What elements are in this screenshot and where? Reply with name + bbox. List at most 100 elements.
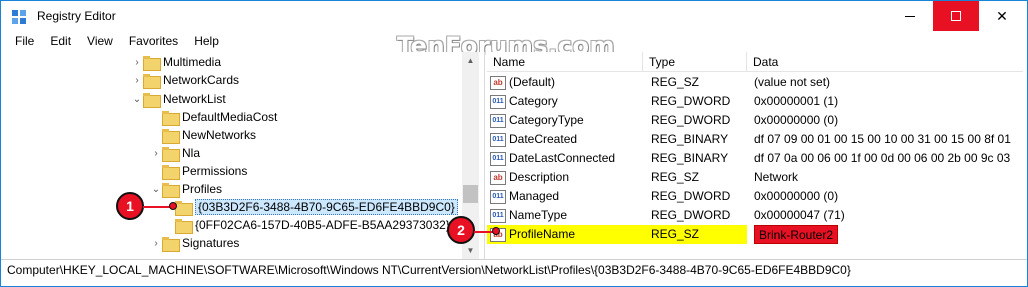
tree-item-label: NetworkList	[163, 92, 226, 106]
expand-arrow-icon[interactable]: ›	[150, 238, 162, 249]
value-data: Network	[754, 170, 799, 184]
tree-item-defaultmediacost[interactable]: DefaultMediaCost	[150, 108, 277, 126]
column-header-type[interactable]: Type	[643, 52, 747, 72]
column-header-data[interactable]: Data	[747, 52, 1023, 72]
folder-open-icon	[175, 200, 193, 216]
value-row-description[interactable]: ab Description REG_SZ Network	[487, 168, 1023, 187]
tree-item-label: Multimedia	[163, 55, 222, 69]
tree-item-label: {0FF02CA6-157D-40B5-ADFE-B5AA29373032}	[195, 218, 450, 232]
folder-icon	[162, 236, 180, 252]
scrollbar-thumb[interactable]	[463, 185, 478, 203]
binary-value-icon: 011	[490, 151, 506, 166]
maximize-button[interactable]	[933, 1, 979, 31]
string-value-icon: ab	[490, 170, 506, 185]
callout-dot-1	[169, 202, 177, 210]
tree-item-label: NewNetworks	[182, 128, 257, 142]
value-name-cell: ab Description	[490, 168, 569, 187]
menu-file[interactable]: File	[7, 34, 42, 48]
tree-item-label: NetworkCards	[163, 73, 240, 87]
scroll-up-arrow-icon[interactable]: ▲	[462, 52, 479, 69]
folder-icon	[175, 218, 193, 234]
value-row-default[interactable]: ab (Default) REG_SZ (value not set)	[487, 73, 1023, 92]
binary-value-icon: 011	[490, 94, 506, 109]
collapse-arrow-icon[interactable]: ⌄	[150, 184, 162, 195]
value-row-datecreated[interactable]: 011 DateCreated REG_BINARY df 07 09 00 01…	[487, 130, 1023, 149]
value-type: REG_DWORD	[651, 113, 731, 127]
pane-splitter[interactable]	[479, 52, 485, 259]
folder-open-icon	[143, 92, 161, 108]
key-tree-pane[interactable]: › Multimedia › NetworkCards ⌄ NetworkLis…	[9, 52, 478, 259]
value-type: REG_DWORD	[651, 94, 731, 108]
expand-arrow-icon[interactable]: ›	[131, 75, 143, 86]
value-data: Brink-Router2	[754, 225, 839, 244]
value-name: Category	[509, 94, 558, 108]
tree-item-networkcards[interactable]: › NetworkCards	[131, 71, 239, 89]
value-type: REG_SZ	[651, 227, 700, 241]
title-bar[interactable]: Registry Editor ✕	[1, 1, 1027, 31]
expand-arrow-icon[interactable]: ›	[131, 57, 143, 68]
values-list-pane[interactable]: Name Type Data ab (Default) REG_SZ (value…	[487, 52, 1023, 259]
close-button[interactable]: ✕	[979, 1, 1025, 31]
value-data: df 07 09 00 01 00 15 00 10 00 31 00 15 0…	[754, 132, 1011, 146]
scroll-down-arrow-icon[interactable]: ▼	[462, 242, 479, 259]
tree-item-label: {03B3D2F6-3488-4B70-9C65-ED6FE4BBD9C0}	[195, 199, 458, 215]
binary-value-icon: 011	[490, 189, 506, 204]
value-row-category[interactable]: 011 Category REG_DWORD 0x00000001 (1)	[487, 92, 1023, 111]
value-name-cell: 011 DateLastConnected	[490, 149, 615, 168]
value-row-categorytype[interactable]: 011 CategoryType REG_DWORD 0x00000000 (0)	[487, 111, 1023, 130]
binary-value-icon: 011	[490, 132, 506, 147]
value-name: Managed	[509, 189, 560, 203]
minimize-button[interactable]	[887, 1, 933, 31]
value-data: 0x00000047 (71)	[754, 208, 845, 222]
tree-item-profiles[interactable]: ⌄ Profiles	[150, 180, 222, 198]
tree-item-nla[interactable]: › Nla	[150, 144, 200, 162]
menu-favorites[interactable]: Favorites	[121, 34, 186, 48]
value-data-highlighted: Brink-Router2	[754, 225, 839, 244]
value-name-cell: 011 CategoryType	[490, 111, 584, 130]
tree-item-permissions[interactable]: Permissions	[150, 162, 247, 180]
folder-icon	[143, 55, 161, 71]
column-header-name[interactable]: Name	[487, 52, 643, 72]
folder-icon	[162, 146, 180, 162]
value-row-managed[interactable]: 011 Managed REG_DWORD 0x00000000 (0)	[487, 187, 1023, 206]
window-title: Registry Editor	[37, 9, 116, 23]
collapse-arrow-icon[interactable]: ⌄	[131, 94, 143, 105]
tree-item-label: Permissions	[182, 164, 248, 178]
menu-help[interactable]: Help	[186, 34, 227, 48]
value-row-datelastconnected[interactable]: 011 DateLastConnected REG_BINARY df 07 0a…	[487, 149, 1023, 168]
value-name-cell: ab (Default)	[490, 73, 555, 92]
value-data: 0x00000000 (0)	[754, 113, 839, 127]
tree-item-multimedia[interactable]: › Multimedia	[131, 53, 221, 71]
tree-item-label: Nla	[182, 146, 201, 160]
callout-dot-2	[492, 227, 500, 235]
tree-item-newnetworks[interactable]: NewNetworks	[150, 126, 256, 144]
value-name-cell: 011 DateCreated	[490, 130, 577, 149]
value-row-nametype[interactable]: 011 NameType REG_DWORD 0x00000047 (71)	[487, 206, 1023, 225]
menu-view[interactable]: View	[79, 34, 121, 48]
folder-icon	[162, 110, 180, 126]
tree-item-label: Signatures	[182, 236, 240, 250]
value-name: CategoryType	[509, 113, 584, 127]
callout-marker-1: 1	[116, 192, 144, 220]
value-data: 0x00000001 (1)	[754, 94, 839, 108]
value-row-profilename[interactable]: abProfileName REG_SZ Brink-Router2	[487, 225, 1023, 244]
minimize-icon	[905, 15, 915, 17]
status-bar-path: Computer\HKEY_LOCAL_MACHINE\SOFTWARE\Mic…	[1, 259, 1027, 283]
value-name: NameType	[509, 208, 568, 222]
callout-marker-2: 2	[447, 216, 475, 244]
tree-item-label: Profiles	[182, 182, 223, 196]
value-name: (Default)	[509, 75, 556, 89]
tree-item-profile-2[interactable]: {0FF02CA6-157D-40B5-ADFE-B5AA29373032}	[175, 216, 450, 234]
binary-value-icon: 011	[490, 208, 506, 223]
value-data: df 07 0a 00 06 00 1f 00 0d 00 06 00 2b 0…	[754, 151, 1011, 165]
menu-edit[interactable]: Edit	[42, 34, 79, 48]
tree-item-signatures[interactable]: › Signatures	[150, 234, 239, 252]
tree-item-networklist[interactable]: ⌄ NetworkList	[131, 90, 226, 108]
folder-icon	[162, 164, 180, 180]
registry-editor-window: Registry Editor ✕ File Edit View Favorit…	[0, 0, 1028, 287]
maximize-icon	[951, 11, 961, 21]
value-name-cell: 011 NameType	[490, 206, 567, 225]
value-data: 0x00000000 (0)	[754, 189, 839, 203]
expand-arrow-icon[interactable]: ›	[150, 148, 162, 159]
tree-item-profile-selected[interactable]: {03B3D2F6-3488-4B70-9C65-ED6FE4BBD9C0}	[175, 198, 458, 216]
